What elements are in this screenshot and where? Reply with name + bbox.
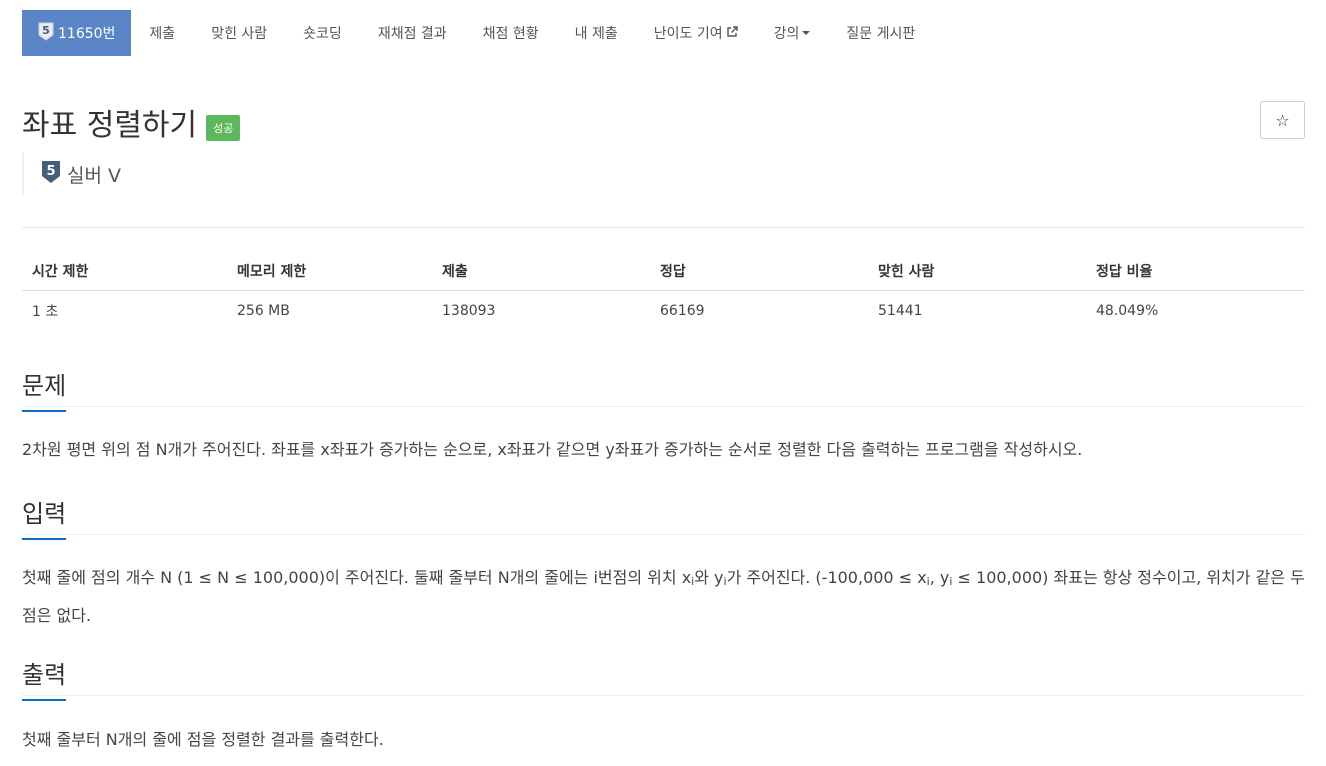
time-limit-value: 1 초	[32, 304, 59, 320]
tab-problem[interactable]: 5 11650번	[22, 10, 132, 56]
difficulty-contribution-label: 난이도 기여	[653, 26, 723, 42]
external-link-icon	[726, 25, 738, 41]
header-submissions: 제출	[432, 252, 650, 291]
tab-solved-users[interactable]: 맞힌 사람	[193, 10, 285, 56]
star-icon: ☆	[1275, 110, 1290, 130]
memory-limit-value: 256 MB	[237, 303, 290, 319]
lectures-label: 강의	[773, 26, 800, 42]
divider	[22, 227, 1305, 228]
status-badge: 성공	[206, 115, 241, 141]
tab-my-submissions[interactable]: 내 제출	[557, 10, 636, 56]
problem-number: 11650번	[58, 26, 116, 42]
header-memory-limit: 메모리 제한	[227, 252, 432, 291]
tab-question-board[interactable]: 질문 게시판	[828, 10, 933, 56]
svg-text:5: 5	[46, 164, 55, 179]
input-text-part: 가 주어진다. (-100,000 ≤ x	[726, 568, 927, 587]
silver-tier-icon: 5	[38, 22, 54, 45]
problem-title-row: 좌표 정렬하기 성공	[22, 100, 241, 144]
divider	[22, 406, 1305, 407]
table-header-row: 시간 제한 메모리 제한 제출 정답 맞힌 사람 정답 비율	[22, 252, 1305, 291]
input-description: 첫째 줄에 점의 개수 N (1 ≤ N ≤ 100,000)이 주어진다. 둘…	[22, 561, 1305, 633]
caret-down-icon	[802, 31, 811, 35]
favorite-star-button[interactable]: ☆	[1260, 101, 1305, 139]
table-row: 1 초 256 MB 138093 66169 51441 48.049%	[22, 291, 1305, 332]
input-text-part: , y	[929, 568, 950, 587]
accept-ratio-value: 48.049%	[1096, 303, 1159, 319]
tier-info: 5 실버 V	[22, 153, 121, 195]
header-accepted: 정답	[650, 252, 868, 291]
problem-info-table: 시간 제한 메모리 제한 제출 정답 맞힌 사람 정답 비율 1 초 256 M…	[22, 252, 1305, 331]
svg-text:5: 5	[42, 24, 50, 37]
header-time-limit: 시간 제한	[22, 252, 227, 291]
tab-lectures-dropdown[interactable]: 강의	[756, 10, 829, 56]
input-text-part: 와 y	[694, 568, 724, 587]
header-solved-users: 맞힌 사람	[868, 252, 1086, 291]
solved-users-value: 51441	[878, 303, 923, 319]
divider	[22, 534, 1305, 535]
tab-submit[interactable]: 제출	[131, 10, 193, 56]
problem-nav: 5 11650번 제출 맞힌 사람 숏코딩 재채점 결과 채점 현황 내 제출 …	[22, 10, 933, 56]
tab-difficulty-contribution[interactable]: 난이도 기여	[636, 10, 756, 56]
divider	[22, 695, 1305, 696]
tab-judge-status[interactable]: 채점 현황	[465, 10, 557, 56]
problem-description: 2차원 평면 위의 점 N개가 주어진다. 좌표를 x좌표가 증가하는 순으로,…	[22, 440, 1083, 459]
output-description: 첫째 줄부터 N개의 줄에 점을 정렬한 결과를 출력한다.	[22, 730, 384, 749]
header-accept-ratio: 정답 비율	[1086, 252, 1305, 291]
submissions-value: 138093	[442, 303, 496, 319]
tab-short-coding[interactable]: 숏코딩	[285, 10, 360, 56]
page-title: 좌표 정렬하기	[22, 108, 198, 143]
tier-name: 실버 V	[67, 164, 121, 187]
silver-tier-icon: 5	[41, 160, 61, 188]
tab-rejudge-results[interactable]: 재채점 결과	[360, 10, 465, 56]
accepted-value: 66169	[660, 303, 705, 319]
input-text-part: 첫째 줄에 점의 개수 N (1 ≤ N ≤ 100,000)이 주어진다. 둘…	[22, 568, 692, 587]
